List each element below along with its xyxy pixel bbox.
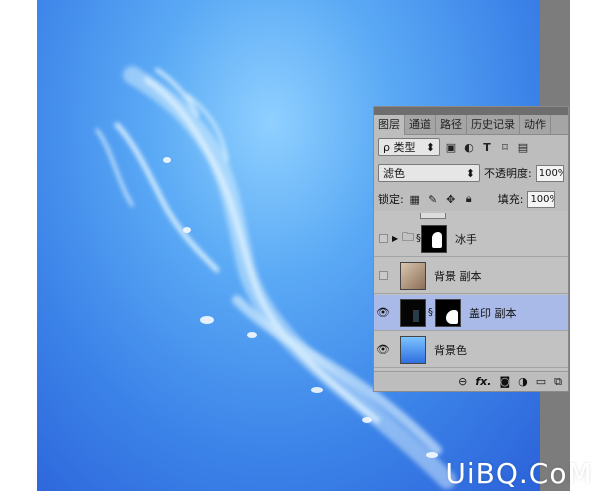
watermark-logo: UiBQ.CoM [445, 457, 593, 490]
layer-mask-thumbnail[interactable] [435, 298, 461, 327]
layer-list[interactable]: ▶ 🗀 § 冰手 背景 副本 👁︎ § 盖印 副本 👁︎ 背景色 [374, 211, 568, 371]
layer-row-stamp-copy[interactable]: 👁︎ § 盖印 副本 [374, 295, 568, 331]
layer-thumbnail[interactable] [400, 335, 426, 364]
adjustment-icon[interactable]: ◑ [518, 375, 528, 388]
fill-label: 填充: [497, 193, 524, 206]
chevron-updown-icon: ⬍ [465, 166, 475, 180]
fx-icon[interactable]: fx. [475, 375, 491, 388]
layer-thumbnail[interactable] [400, 298, 426, 327]
layer-effects-stub [420, 213, 446, 219]
opacity-field[interactable]: 100% [535, 164, 564, 182]
panel-bottom-bar: ⊖ fx. ◙ ◑ ▭ ⧉ [374, 371, 568, 391]
visibility-toggle[interactable]: 👁︎ [374, 295, 392, 331]
tab-history[interactable]: 历史记录 [467, 115, 520, 135]
visibility-off-icon [378, 271, 388, 280]
layer-name[interactable]: 背景 副本 [434, 268, 482, 284]
visibility-toggle[interactable] [374, 221, 392, 257]
layer-thumbnail[interactable] [400, 261, 426, 290]
blend-opacity-row: 滤色 ⬍ 不透明度: 100% [378, 163, 568, 183]
fill-field[interactable]: 100% [527, 190, 556, 208]
panel-tabs: 图层 通道 路径 历史记录 动作 [374, 115, 568, 135]
tab-channels[interactable]: 通道 [405, 115, 436, 135]
eye-icon: 👁︎ [376, 306, 390, 319]
lock-all-icon[interactable]: 🔒︎ [462, 192, 476, 206]
folder-icon: 🗀 [402, 230, 415, 244]
tab-layers[interactable]: 图层 [374, 115, 405, 135]
visibility-off-icon [378, 234, 388, 243]
layer-name[interactable]: 冰手 [455, 231, 477, 247]
blend-mode-value: 滤色 [383, 167, 405, 180]
layer-mask-thumbnail[interactable] [421, 224, 448, 253]
layer-row-ice-hand[interactable]: ▶ 🗀 § 冰手 [374, 221, 568, 257]
adjustment-filter-icon[interactable]: ◐ [462, 140, 476, 154]
panel-title-bar[interactable] [374, 107, 568, 115]
layer-name[interactable]: 背景色 [434, 342, 467, 358]
layer-filter-row: ρ 类型 ⬍ ▣ ◐ T ⌑ ▤ [378, 137, 568, 157]
layers-panel: 图层 通道 路径 历史记录 动作 ρ 类型 ⬍ ▣ ◐ T ⌑ ▤ 滤色 ⬍ 不… [373, 106, 569, 392]
eye-icon: 👁︎ [376, 343, 390, 356]
opacity-label: 不透明度: [484, 167, 532, 180]
lock-fill-row: 锁定: ▦ ✎ ✥ 🔒︎ 填充: 100% [378, 189, 568, 209]
lock-move-icon[interactable]: ✥ [444, 192, 458, 206]
filter-kind-select[interactable]: ρ 类型 ⬍ [378, 138, 440, 156]
folder-icon[interactable]: ▭ [536, 375, 546, 388]
mask-icon[interactable]: ◙ [499, 375, 510, 388]
visibility-toggle[interactable]: 👁︎ [374, 332, 392, 368]
layer-row-background-copy[interactable]: 背景 副本 [374, 258, 568, 294]
filter-kind-label: ρ 类型 [383, 141, 416, 154]
lock-transparent-icon[interactable]: ▦ [408, 192, 422, 206]
new-layer-icon[interactable]: ⧉ [554, 375, 562, 389]
shape-filter-icon[interactable]: ⌑ [498, 140, 512, 154]
chevron-updown-icon: ⬍ [425, 140, 435, 154]
chain-link-icon: § [428, 307, 433, 318]
lock-brush-icon[interactable]: ✎ [426, 192, 440, 206]
lock-label: 锁定: [378, 193, 404, 206]
tab-actions[interactable]: 动作 [520, 115, 551, 135]
tab-paths[interactable]: 路径 [436, 115, 467, 135]
visibility-toggle[interactable] [374, 258, 392, 294]
layer-name[interactable]: 盖印 副本 [469, 305, 517, 321]
type-filter-icon[interactable]: T [480, 140, 494, 154]
smart-filter-icon[interactable]: ▤ [516, 140, 530, 154]
expand-arrow-icon[interactable]: ▶ [392, 234, 402, 243]
blend-mode-select[interactable]: 滤色 ⬍ [378, 164, 480, 182]
layer-row-background-color[interactable]: 👁︎ 背景色 [374, 332, 568, 368]
image-filter-icon[interactable]: ▣ [444, 140, 458, 154]
link-icon[interactable]: ⊖ [458, 375, 467, 388]
